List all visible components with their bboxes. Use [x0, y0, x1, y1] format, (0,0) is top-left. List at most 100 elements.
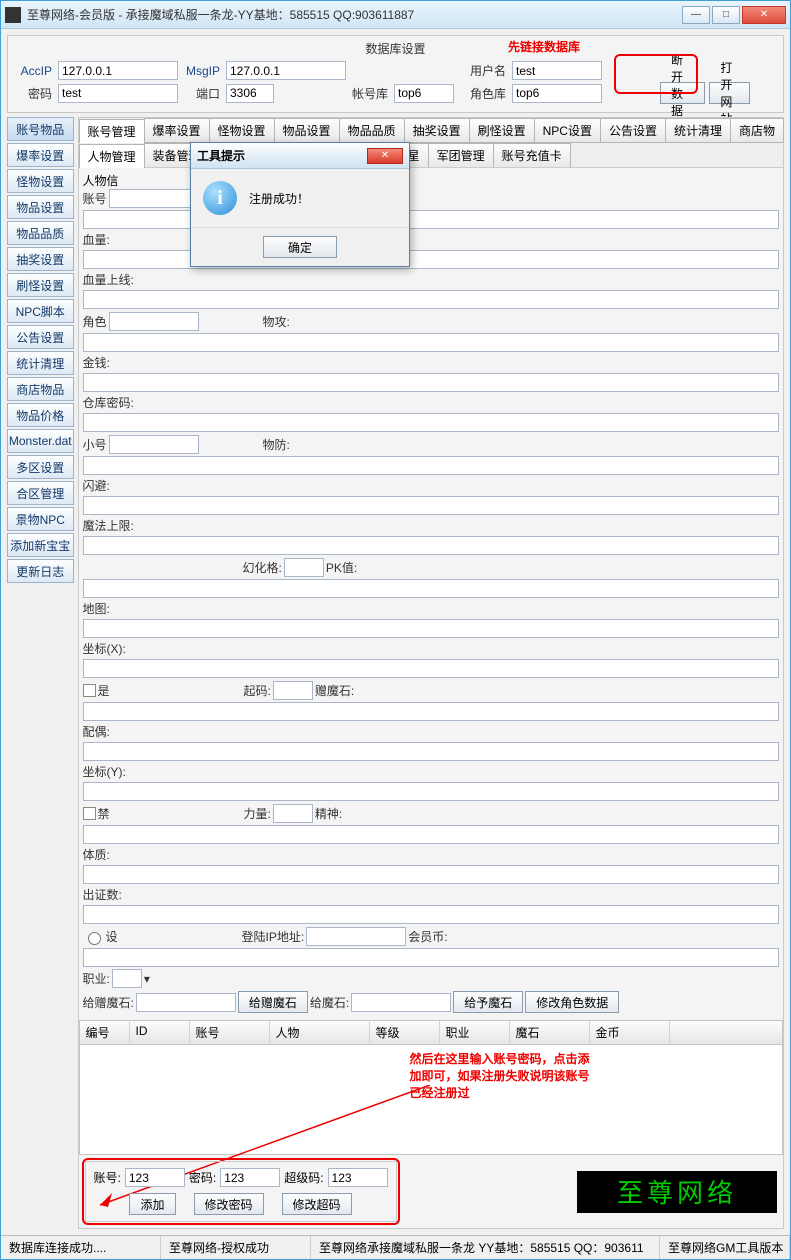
zy-input[interactable]	[83, 782, 780, 801]
chpwd-button[interactable]: 修改密码	[194, 1193, 264, 1215]
cb-jin[interactable]	[83, 807, 96, 820]
zms-input[interactable]	[83, 702, 780, 721]
cb-isv[interactable]	[83, 684, 96, 697]
list-body[interactable]: 然后在这里输入账号密码，点击添加即可，如果注册失败说明该账号已经注册过	[79, 1045, 784, 1155]
sidebar-item-6[interactable]: 刷怪设置	[7, 273, 74, 297]
hp-input[interactable]	[83, 250, 780, 269]
sidebar-item-5[interactable]: 抽奖设置	[7, 247, 74, 271]
tab-10[interactable]: 商店物	[730, 118, 784, 142]
bacc-input[interactable]	[125, 1168, 185, 1187]
job-input[interactable]	[112, 969, 142, 988]
acc-input[interactable]	[109, 189, 199, 208]
port-input[interactable]	[226, 84, 274, 103]
tab-5[interactable]: 抽奖设置	[404, 118, 470, 142]
subtab-6[interactable]: 账号充值卡	[493, 143, 571, 167]
member-input[interactable]	[83, 948, 780, 967]
pkv-input[interactable]	[83, 579, 780, 598]
str-input[interactable]	[273, 804, 313, 823]
sidebar-item-16[interactable]: 添加新宝宝	[7, 533, 74, 557]
ip-input[interactable]	[306, 927, 406, 946]
sidebar-item-0[interactable]: 账号物品	[7, 117, 74, 141]
spi-input[interactable]	[83, 825, 780, 844]
col-5[interactable]: 职业	[440, 1021, 510, 1044]
tab-6[interactable]: 刷怪设置	[469, 118, 535, 142]
idn-input[interactable]	[83, 905, 780, 924]
col-0[interactable]: 编号	[80, 1021, 130, 1044]
zx-input[interactable]	[83, 659, 780, 678]
sidebar-item-15[interactable]: 景物NPC	[7, 507, 74, 531]
col-6[interactable]: 魔石	[510, 1021, 590, 1044]
chsup-button[interactable]: 修改超码	[282, 1193, 352, 1215]
maximize-button[interactable]: □	[712, 6, 740, 24]
bpwd-input[interactable]	[220, 1168, 280, 1187]
magicmax-input[interactable]	[83, 536, 780, 555]
user-input[interactable]	[512, 61, 602, 80]
subtab-0[interactable]: 人物管理	[79, 144, 145, 168]
sidebar-item-2[interactable]: 怪物设置	[7, 169, 74, 193]
msgip-input[interactable]	[226, 61, 346, 80]
rb-set[interactable]	[88, 932, 101, 945]
acclib-input[interactable]	[394, 84, 454, 103]
sidebar-item-14[interactable]: 合区管理	[7, 481, 74, 505]
givems-button[interactable]: 给赠魔石	[238, 991, 308, 1013]
givems-input[interactable]	[136, 993, 236, 1012]
gms-input[interactable]	[351, 993, 451, 1012]
sidebar-item-12[interactable]: Monster.dat	[7, 429, 74, 453]
tab-0[interactable]: 账号管理	[79, 119, 145, 143]
tab-4[interactable]: 物品品质	[339, 118, 405, 142]
col-1[interactable]: ID	[130, 1021, 190, 1044]
col-2[interactable]: 账号	[190, 1021, 270, 1044]
tab-2[interactable]: 怪物设置	[209, 118, 275, 142]
tab-7[interactable]: NPC设置	[534, 118, 601, 142]
whpwd-input[interactable]	[83, 413, 780, 432]
lbl-zy: 坐标(Y):	[83, 763, 126, 780]
tab-9[interactable]: 统计清理	[665, 118, 731, 142]
dialog-close-button[interactable]: ✕	[367, 148, 403, 164]
col-4[interactable]: 等级	[370, 1021, 440, 1044]
sidebar-item-13[interactable]: 多区设置	[7, 455, 74, 479]
patk-input[interactable]	[83, 333, 780, 352]
open-site-button[interactable]: 打开网站	[709, 82, 750, 104]
ms-input[interactable]	[83, 210, 780, 229]
tab-3[interactable]: 物品设置	[274, 118, 340, 142]
map-input[interactable]	[83, 619, 780, 638]
role-input[interactable]	[109, 312, 199, 331]
tab-8[interactable]: 公告设置	[600, 118, 666, 142]
money-input[interactable]	[83, 373, 780, 392]
sidebar-item-17[interactable]: 更新日志	[7, 559, 74, 583]
bsup-input[interactable]	[328, 1168, 388, 1187]
add-button[interactable]: 添加	[129, 1193, 175, 1215]
pdef-input[interactable]	[83, 456, 780, 475]
col-3[interactable]: 人物	[270, 1021, 370, 1044]
sidebar-item-11[interactable]: 物品价格	[7, 403, 74, 427]
lbl-job: 职业:	[83, 970, 110, 987]
col-7[interactable]: 金币	[590, 1021, 670, 1044]
sidebar-item-3[interactable]: 物品设置	[7, 195, 74, 219]
gms-button[interactable]: 给予魔石	[453, 991, 523, 1013]
ghua-input[interactable]	[284, 558, 324, 577]
dodge-input[interactable]	[83, 496, 780, 515]
sidebar-item-10[interactable]: 商店物品	[7, 377, 74, 401]
sidebar-item-7[interactable]: NPC脚本	[7, 299, 74, 323]
pwd-input[interactable]	[58, 84, 178, 103]
dialog-ok-button[interactable]: 确定	[263, 236, 337, 258]
lbl-set: 设	[106, 928, 118, 945]
disconnect-db-button[interactable]: 断开数据库	[660, 82, 705, 104]
bottom-bar: 账号: 密码: 超级码: 添加 修改密码 修改超码 至尊网络	[79, 1155, 784, 1228]
modrole-button[interactable]: 修改角色数据	[525, 991, 619, 1013]
minimize-button[interactable]: —	[682, 6, 710, 24]
body-input[interactable]	[83, 865, 780, 884]
subtab-5[interactable]: 军团管理	[428, 143, 494, 167]
sidebar-item-8[interactable]: 公告设置	[7, 325, 74, 349]
sidebar-item-9[interactable]: 统计清理	[7, 351, 74, 375]
qim-input[interactable]	[273, 681, 313, 700]
accip-input[interactable]	[58, 61, 178, 80]
sidebar-item-4[interactable]: 物品品质	[7, 221, 74, 245]
tab-1[interactable]: 爆率设置	[144, 118, 210, 142]
sub-input[interactable]	[109, 435, 199, 454]
close-button[interactable]: ✕	[742, 6, 786, 24]
sidebar-item-1[interactable]: 爆率设置	[7, 143, 74, 167]
hpmax-input[interactable]	[83, 290, 780, 309]
rolelib-input[interactable]	[512, 84, 602, 103]
pair-input[interactable]	[83, 742, 780, 761]
